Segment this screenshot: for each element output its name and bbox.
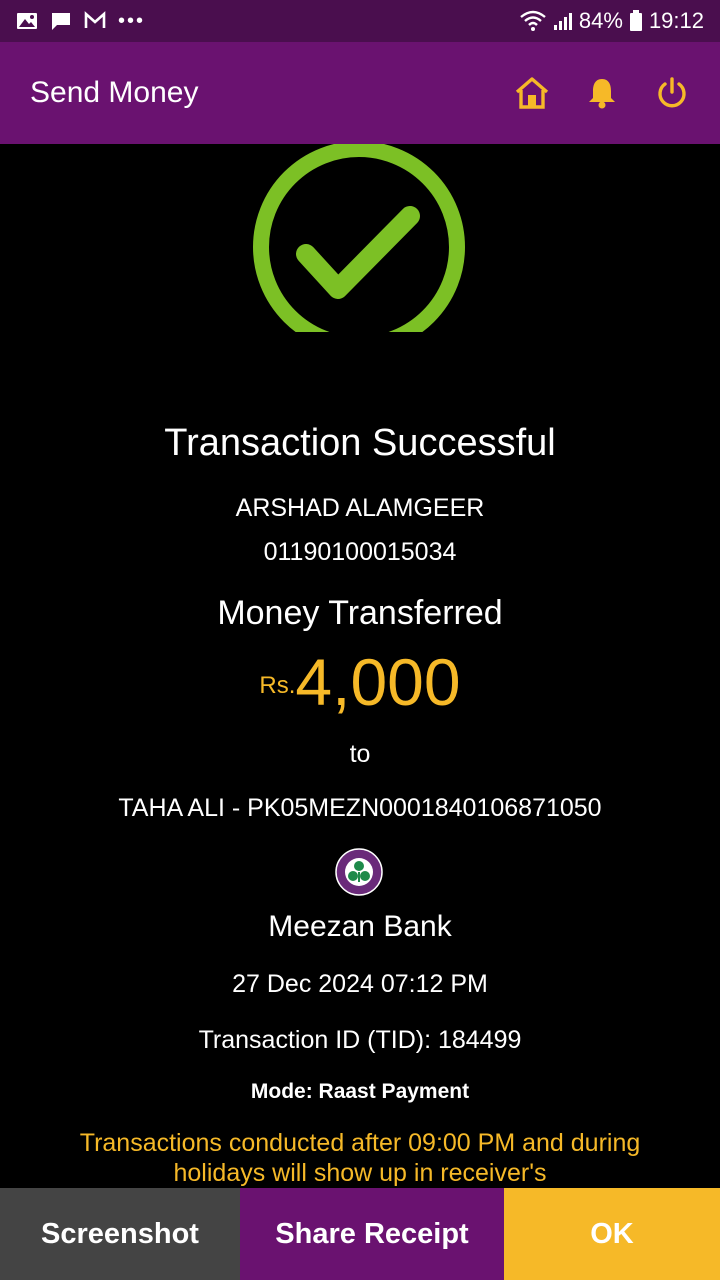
sender-account: 01190100015034 [263, 538, 457, 566]
battery-icon [629, 10, 642, 31]
home-button[interactable] [514, 75, 550, 111]
notifications-button[interactable] [584, 75, 620, 111]
ok-button[interactable]: OK [504, 1188, 720, 1280]
transfer-amount: Rs.4,000 [0, 644, 720, 720]
logout-button[interactable] [654, 75, 690, 111]
sender-name: ARSHAD ALAMGEER [235, 494, 485, 522]
share-receipt-button[interactable]: Share Receipt [240, 1188, 504, 1280]
bank-name: Meezan Bank [268, 910, 452, 943]
currency-label: Rs. [259, 672, 296, 699]
transaction-id: Transaction ID (TID): 184499 [198, 1026, 522, 1054]
power-icon [658, 77, 686, 108]
receipt-content: Transaction Successful ARSHAD ALAMGEER 0… [0, 144, 720, 1188]
message-icon [52, 13, 70, 30]
page-title: Send Money [30, 76, 199, 109]
gallery-icon [17, 13, 37, 29]
amount-value: 4,000 [295, 645, 461, 719]
transaction-status-title: Transaction Successful [164, 422, 556, 464]
clock: 19:12 [648, 8, 704, 33]
home-icon [515, 77, 549, 109]
status-bar: ••• 84% 19:12 [0, 0, 720, 42]
app-bar: Send Money [0, 42, 720, 144]
app-bar-actions [514, 75, 690, 111]
wifi-icon [520, 10, 546, 31]
bottom-action-bar: Screenshot Share Receipt OK [0, 1188, 720, 1280]
bell-icon [589, 79, 615, 109]
payment-mode: Mode: Raast Payment [250, 1080, 470, 1103]
gmail-icon [84, 11, 106, 28]
signal-icon [553, 13, 572, 30]
status-bar-notifications: ••• [16, 10, 145, 33]
processing-notice: Transactions conducted after 09:00 PM an… [79, 1129, 641, 1187]
money-transferred-label: Money Transferred [217, 594, 503, 632]
battery-percent: 84% [578, 8, 623, 33]
transaction-datetime: 27 Dec 2024 07:12 PM [232, 970, 488, 998]
recipient-details: TAHA ALI - PK05MEZN0001840106871050 [118, 794, 602, 822]
to-label: to [349, 740, 371, 768]
more-notifications-indicator: ••• [118, 9, 146, 32]
meezan-bank-logo [335, 848, 383, 896]
check-circle-icon [253, 144, 465, 332]
screenshot-button[interactable]: Screenshot [0, 1188, 240, 1280]
status-bar-system: 84% 19:12 [519, 8, 704, 34]
